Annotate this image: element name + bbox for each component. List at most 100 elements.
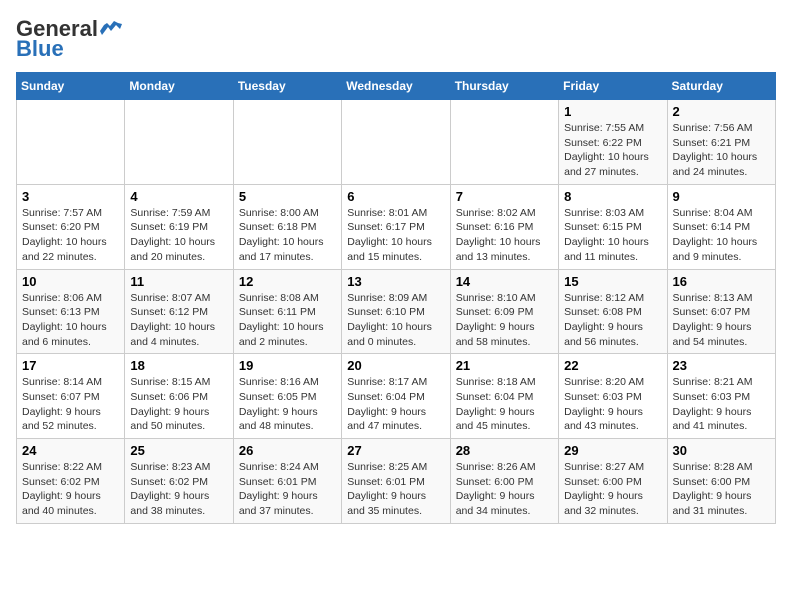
day-number: 18	[130, 358, 227, 373]
calendar-cell: 9 Sunrise: 8:04 AM Sunset: 6:14 PM Daylig…	[667, 184, 775, 269]
day-info: Sunrise: 8:15 AM Sunset: 6:06 PM Dayligh…	[130, 375, 227, 434]
day-info: Sunrise: 8:26 AM Sunset: 6:00 PM Dayligh…	[456, 460, 553, 519]
day-info: Sunrise: 7:55 AM Sunset: 6:22 PM Dayligh…	[564, 121, 661, 180]
day-number: 21	[456, 358, 553, 373]
calendar-cell: 3 Sunrise: 7:57 AM Sunset: 6:20 PM Daylig…	[17, 184, 125, 269]
day-info: Sunrise: 8:12 AM Sunset: 6:08 PM Dayligh…	[564, 291, 661, 350]
day-number: 9	[673, 189, 770, 204]
day-info: Sunrise: 8:03 AM Sunset: 6:15 PM Dayligh…	[564, 206, 661, 265]
calendar-cell: 10 Sunrise: 8:06 AM Sunset: 6:13 PM Dayli…	[17, 269, 125, 354]
day-number: 30	[673, 443, 770, 458]
calendar-cell: 19Sunrise: 8:16 AM Sunset: 6:05 PM Dayli…	[233, 354, 341, 439]
calendar-cell: 13 Sunrise: 8:09 AM Sunset: 6:10 PM Dayli…	[342, 269, 450, 354]
day-info: Sunrise: 8:09 AM Sunset: 6:10 PM Dayligh…	[347, 291, 444, 350]
weekday-header: Saturday	[667, 73, 775, 100]
calendar-cell	[233, 100, 341, 185]
day-info: Sunrise: 8:10 AM Sunset: 6:09 PM Dayligh…	[456, 291, 553, 350]
day-info: Sunrise: 8:13 AM Sunset: 6:07 PM Dayligh…	[673, 291, 770, 350]
calendar-table: SundayMondayTuesdayWednesdayThursdayFrid…	[16, 72, 776, 524]
day-info: Sunrise: 8:24 AM Sunset: 6:01 PM Dayligh…	[239, 460, 336, 519]
day-number: 27	[347, 443, 444, 458]
logo-blue: Blue	[16, 36, 64, 62]
day-info: Sunrise: 8:04 AM Sunset: 6:14 PM Dayligh…	[673, 206, 770, 265]
day-info: Sunrise: 7:56 AM Sunset: 6:21 PM Dayligh…	[673, 121, 770, 180]
day-info: Sunrise: 8:21 AM Sunset: 6:03 PM Dayligh…	[673, 375, 770, 434]
calendar-cell: 24 Sunrise: 8:22 AM Sunset: 6:02 PM Dayli…	[17, 439, 125, 524]
page-header: General Blue	[16, 16, 776, 62]
day-number: 26	[239, 443, 336, 458]
day-number: 16	[673, 274, 770, 289]
day-info: Sunrise: 8:27 AM Sunset: 6:00 PM Dayligh…	[564, 460, 661, 519]
calendar-week-row: 3 Sunrise: 7:57 AM Sunset: 6:20 PM Daylig…	[17, 184, 776, 269]
calendar-cell: 23 Sunrise: 8:21 AM Sunset: 6:03 PM Dayli…	[667, 354, 775, 439]
calendar-cell: 7Sunrise: 8:02 AM Sunset: 6:16 PM Daylig…	[450, 184, 558, 269]
calendar-cell: 27 Sunrise: 8:25 AM Sunset: 6:01 PM Dayli…	[342, 439, 450, 524]
day-info: Sunrise: 8:07 AM Sunset: 6:12 PM Dayligh…	[130, 291, 227, 350]
calendar-week-row: 17 Sunrise: 8:14 AM Sunset: 6:07 PM Dayli…	[17, 354, 776, 439]
calendar-cell: 22Sunrise: 8:20 AM Sunset: 6:03 PM Dayli…	[559, 354, 667, 439]
day-number: 5	[239, 189, 336, 204]
weekday-header: Friday	[559, 73, 667, 100]
day-info: Sunrise: 8:25 AM Sunset: 6:01 PM Dayligh…	[347, 460, 444, 519]
day-number: 15	[564, 274, 661, 289]
day-number: 29	[564, 443, 661, 458]
calendar-cell: 1Sunrise: 7:55 AM Sunset: 6:22 PM Daylig…	[559, 100, 667, 185]
calendar-cell: 15 Sunrise: 8:12 AM Sunset: 6:08 PM Dayli…	[559, 269, 667, 354]
calendar-cell: 18 Sunrise: 8:15 AM Sunset: 6:06 PM Dayli…	[125, 354, 233, 439]
calendar-cell: 29 Sunrise: 8:27 AM Sunset: 6:00 PM Dayli…	[559, 439, 667, 524]
day-info: Sunrise: 8:22 AM Sunset: 6:02 PM Dayligh…	[22, 460, 119, 519]
day-number: 13	[347, 274, 444, 289]
day-info: Sunrise: 8:28 AM Sunset: 6:00 PM Dayligh…	[673, 460, 770, 519]
day-number: 8	[564, 189, 661, 204]
calendar-cell: 30 Sunrise: 8:28 AM Sunset: 6:00 PM Dayli…	[667, 439, 775, 524]
calendar-week-row: 1Sunrise: 7:55 AM Sunset: 6:22 PM Daylig…	[17, 100, 776, 185]
weekday-header: Monday	[125, 73, 233, 100]
day-number: 17	[22, 358, 119, 373]
day-number: 20	[347, 358, 444, 373]
calendar-cell: 25 Sunrise: 8:23 AM Sunset: 6:02 PM Dayli…	[125, 439, 233, 524]
day-info: Sunrise: 8:06 AM Sunset: 6:13 PM Dayligh…	[22, 291, 119, 350]
day-number: 25	[130, 443, 227, 458]
day-info: Sunrise: 8:23 AM Sunset: 6:02 PM Dayligh…	[130, 460, 227, 519]
calendar-cell	[342, 100, 450, 185]
day-number: 12	[239, 274, 336, 289]
day-number: 10	[22, 274, 119, 289]
day-info: Sunrise: 8:18 AM Sunset: 6:04 PM Dayligh…	[456, 375, 553, 434]
calendar-cell: 11 Sunrise: 8:07 AM Sunset: 6:12 PM Dayli…	[125, 269, 233, 354]
calendar-cell	[450, 100, 558, 185]
weekday-header: Wednesday	[342, 73, 450, 100]
calendar-cell: 20 Sunrise: 8:17 AM Sunset: 6:04 PM Dayli…	[342, 354, 450, 439]
day-number: 19	[239, 358, 336, 373]
calendar-cell	[125, 100, 233, 185]
weekday-header: Tuesday	[233, 73, 341, 100]
calendar-cell: 14 Sunrise: 8:10 AM Sunset: 6:09 PM Dayli…	[450, 269, 558, 354]
day-info: Sunrise: 8:17 AM Sunset: 6:04 PM Dayligh…	[347, 375, 444, 434]
calendar-cell: 5Sunrise: 8:00 AM Sunset: 6:18 PM Daylig…	[233, 184, 341, 269]
calendar-cell: 28Sunrise: 8:26 AM Sunset: 6:00 PM Dayli…	[450, 439, 558, 524]
calendar-cell: 21 Sunrise: 8:18 AM Sunset: 6:04 PM Dayli…	[450, 354, 558, 439]
calendar-cell: 26 Sunrise: 8:24 AM Sunset: 6:01 PM Dayli…	[233, 439, 341, 524]
weekday-header: Thursday	[450, 73, 558, 100]
calendar-cell: 6Sunrise: 8:01 AM Sunset: 6:17 PM Daylig…	[342, 184, 450, 269]
day-info: Sunrise: 7:57 AM Sunset: 6:20 PM Dayligh…	[22, 206, 119, 265]
weekday-header: Sunday	[17, 73, 125, 100]
day-number: 6	[347, 189, 444, 204]
day-number: 14	[456, 274, 553, 289]
calendar-week-row: 10 Sunrise: 8:06 AM Sunset: 6:13 PM Dayli…	[17, 269, 776, 354]
day-number: 3	[22, 189, 119, 204]
day-info: Sunrise: 8:14 AM Sunset: 6:07 PM Dayligh…	[22, 375, 119, 434]
calendar-cell	[17, 100, 125, 185]
logo-bird-icon	[100, 21, 122, 37]
day-number: 22	[564, 358, 661, 373]
day-number: 24	[22, 443, 119, 458]
day-number: 7	[456, 189, 553, 204]
calendar-week-row: 24 Sunrise: 8:22 AM Sunset: 6:02 PM Dayli…	[17, 439, 776, 524]
calendar-cell: 17 Sunrise: 8:14 AM Sunset: 6:07 PM Dayli…	[17, 354, 125, 439]
calendar-cell: 4Sunrise: 7:59 AM Sunset: 6:19 PM Daylig…	[125, 184, 233, 269]
calendar-cell: 16 Sunrise: 8:13 AM Sunset: 6:07 PM Dayli…	[667, 269, 775, 354]
day-number: 23	[673, 358, 770, 373]
day-number: 2	[673, 104, 770, 119]
day-number: 11	[130, 274, 227, 289]
day-number: 4	[130, 189, 227, 204]
calendar-cell: 8 Sunrise: 8:03 AM Sunset: 6:15 PM Daylig…	[559, 184, 667, 269]
